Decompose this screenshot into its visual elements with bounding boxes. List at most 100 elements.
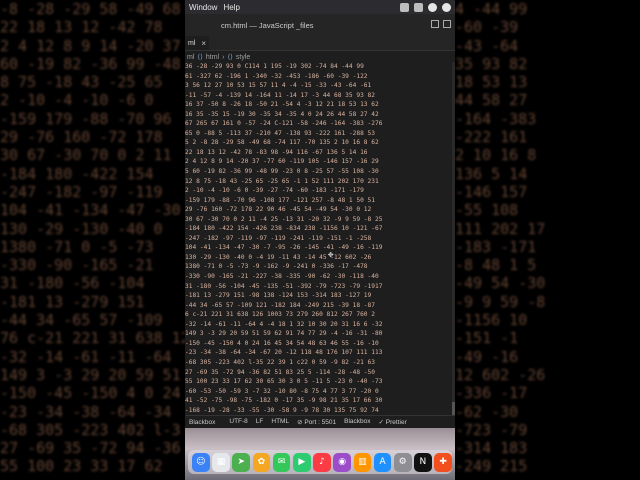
blurred-background-left: -8 -28 -29 58 -49 68 22 18 13 12 -42 78 2 … — [0, 0, 185, 480]
status-blackbox-left[interactable]: Blackbox — [189, 419, 215, 426]
tab-label: ml — [188, 39, 196, 47]
launchpad-icon[interactable]: ▦ — [212, 452, 230, 472]
breadcrumb-style[interactable]: style — [236, 54, 250, 61]
background-code-line: 149 3 -3 29 20 59 51 — [0, 365, 181, 384]
code-editor[interactable]: 36 -28 -29 93 0 C114 1 195 -19 302 -74 8… — [185, 62, 453, 415]
code-line: 67 265 67 161 0 -57 -24 C-121 -58 -246 -… — [185, 120, 383, 128]
code-line: 5 2 -8 28 -29 58 -49 68 -74 117 -70 135 … — [185, 139, 379, 147]
code-line: 61 -327 62 -196 1 -340 -32 -453 -186 -60… — [185, 72, 368, 80]
background-code-line: -1156 10 — [455, 311, 528, 330]
blurred-background-right: 4 -44 99 -60 -39 -43 -64 35 93 82 18 53 13 44… — [455, 0, 640, 480]
background-code-line: 76 c-21 221 31 638 12 — [0, 329, 185, 348]
menu-help[interactable]: Help — [223, 3, 239, 12]
background-code-line: 104 -41 -134 -47 -30 — [0, 201, 181, 220]
window-title: cm.html — JavaScript _files — [221, 20, 314, 30]
background-code-line: 1380 -71 0 -5 -73 — [0, 237, 154, 256]
background-code-line: -23 -34 -38 -64 -34 — [0, 402, 172, 421]
facetime-icon[interactable]: ▶ — [292, 452, 311, 472]
code-line: -68 305 -223 402 l-35 22 39 1 c22 0 59 -… — [185, 358, 375, 366]
code-line: -23 -34 -38 -64 -34 -67 20 -12 118 48 17… — [185, 349, 383, 357]
background-code-line: -181 13 -279 151 — [0, 292, 145, 311]
tab-cm-html[interactable]: ml × — [185, 36, 210, 50]
code-line: 3 56 12 27 10 53 15 57 11 4 -4 -15 -33 -… — [185, 82, 372, 90]
background-code-line: -222 161 — [455, 128, 528, 147]
tag-icon: ⟨⟩ — [197, 54, 203, 61]
background-code-line: 111 202 17 — [455, 219, 546, 238]
code-line: 29 -76 160 -72 178 22 90 46 -45 54 -49 5… — [185, 206, 372, 214]
status-prettier[interactable]: ✓ Prettier — [379, 418, 407, 426]
code-line: 104 -41 -134 -47 -30 -7 -95 -26 -145 -41… — [185, 244, 383, 252]
background-code-line: -183 -171 — [455, 237, 537, 256]
code-line: 31 -180 -56 -104 -45 -135 -51 -392 -79 -… — [185, 282, 383, 290]
background-code-line: 2 4 12 8 9 14 -20 37 — [0, 36, 181, 55]
code-line: -168 -19 -28 -33 -55 -30 -58 9 -9 78 30 … — [185, 406, 379, 414]
status-language[interactable]: HTML — [271, 418, 289, 426]
menubar-tray — [400, 2, 451, 12]
background-code-line: -62 -30 — [455, 402, 519, 421]
finder-icon[interactable]: ☺ — [192, 452, 210, 472]
background-code-line: -43 -64 — [455, 36, 519, 55]
code-line: 27 -69 35 -72 94 -36 82 51 83 25 5 -114 … — [185, 368, 375, 376]
code-line: 149 3 -3 29 20 59 51 59 62 91 74 77 29 -… — [185, 330, 383, 338]
background-code-line: 60 -19 82 -36 99 -48 — [0, 54, 181, 73]
background-code-line: 12 602 -26 — [455, 365, 546, 384]
status-encoding[interactable]: UTF-8 — [229, 418, 247, 426]
background-code-line: -44 34 -65 57 -109 — [0, 311, 163, 330]
breadcrumb-prefix[interactable]: ml — [187, 54, 194, 61]
code-line: -330 -90 -165 -21 -227 -38 -335 -90 -62 … — [185, 273, 379, 281]
screen-recording: Window Help cm.html — JavaScript _files … — [185, 0, 455, 480]
code-line: -159 179 -88 -70 96 -108 177 -121 257 -8… — [185, 196, 375, 204]
books-icon[interactable]: ▥ — [353, 452, 372, 472]
code-line: 55 100 23 33 17 62 30 65 30 3 0 5 -11 5 … — [185, 378, 383, 386]
breadcrumb-html[interactable]: html — [206, 54, 219, 61]
mac-menubar: Window Help — [185, 0, 455, 14]
background-code-line: -68 305 -223 402 l-3 — [0, 420, 181, 439]
messages-icon[interactable]: ✉ — [272, 452, 291, 472]
background-code-line: -49 -16 — [455, 347, 519, 366]
background-code-line: -146 157 — [455, 182, 528, 201]
maps-icon[interactable]: ➤ — [232, 452, 251, 472]
code-line: 1380 -71 0 -5 -73 -9 -162 -9 -241 0 -336… — [185, 263, 368, 271]
code-line: 41 -52 -75 -98 -75 -182 0 -17 35 -9 98 2… — [185, 397, 383, 405]
netflix-icon[interactable]: N — [414, 452, 432, 472]
photos-icon[interactable]: ✿ — [252, 452, 271, 472]
background-code-line: -55 108 — [455, 201, 519, 220]
mouse-cursor: ✥ — [328, 250, 334, 260]
background-code-line: 4 -44 99 — [455, 0, 528, 18]
background-code-line: -314 183 — [455, 439, 528, 458]
background-code-line: 31 -180 -56 -104 — [0, 274, 145, 293]
status-eol[interactable]: LF — [256, 418, 264, 426]
status-blackbox[interactable]: Blackbox — [344, 418, 370, 426]
settings-icon[interactable]: ⚙ — [393, 452, 412, 472]
background-code-line: 44 58 27 — [455, 91, 528, 110]
chevron-right-icon: › — [222, 53, 225, 61]
background-code-line: -49 54 -30 — [455, 274, 546, 293]
background-code-line: -8 48 1 5 — [455, 256, 537, 275]
code-line: -60 -53 -50 -59 3 -7 32 -10 80 -8 75 4 7… — [185, 387, 379, 395]
background-code-line: -60 -39 — [455, 18, 519, 37]
close-icon[interactable]: × — [201, 39, 206, 48]
code-line: 36 -28 -29 93 0 C114 1 195 -19 302 -74 8… — [185, 63, 364, 70]
refresh-icon[interactable] — [428, 2, 437, 12]
code-line: -184 180 -422 154 -426 238 -834 238 -115… — [185, 225, 383, 233]
code-line: -44 34 -65 57 -109 121 -182 184 -249 215… — [185, 301, 375, 309]
code-line: 16 35 -35 15 -19 30 -35 34 -35 4 0 24 26… — [185, 110, 379, 118]
code-line: -32 -14 -61 -11 -64 4 -4 18 1 32 10 30 2… — [185, 320, 383, 328]
toggle-panel-icon[interactable] — [443, 20, 451, 28]
background-code-line: 29 -76 160 -72 178 — [0, 128, 163, 147]
status-port[interactable]: ⊘ Port : 5501 — [297, 418, 336, 426]
background-code-line: -249 215 — [455, 457, 528, 476]
code-line: 16 37 -50 8 -26 18 -50 21 -54 4 -3 12 21… — [185, 101, 379, 109]
background-code-line: -151 -1 — [455, 329, 519, 348]
toggle-sidebar-icon[interactable] — [431, 20, 439, 28]
editor-scrollbar[interactable] — [452, 62, 455, 442]
phone-icon[interactable] — [400, 2, 409, 12]
app-store-icon[interactable]: A — [373, 452, 392, 472]
app-indicator-icon[interactable] — [414, 2, 423, 12]
background-code-line: 18 53 13 — [455, 73, 528, 92]
music-icon[interactable]: ♪ — [313, 452, 331, 472]
podcasts-icon[interactable]: ◉ — [333, 452, 351, 472]
location-icon[interactable] — [442, 2, 451, 12]
menu-window[interactable]: Window — [189, 3, 217, 12]
figma-icon[interactable]: ✚ — [434, 452, 452, 472]
